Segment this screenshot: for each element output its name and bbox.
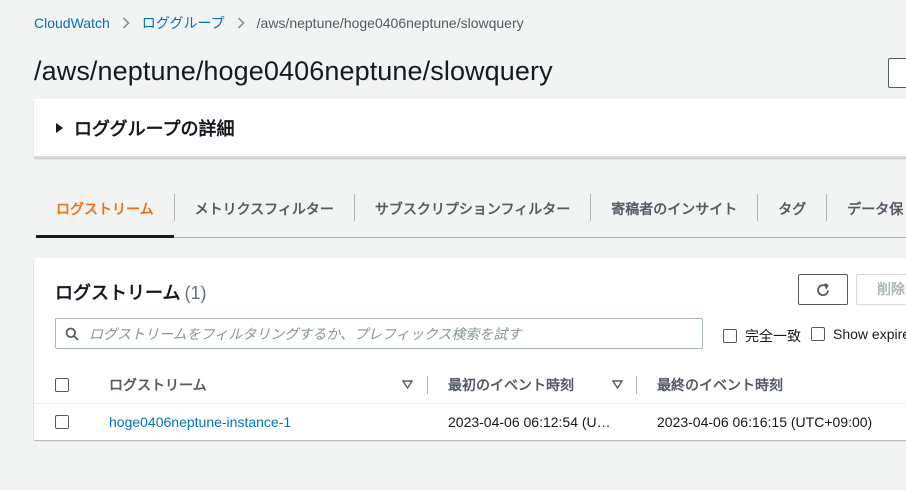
show-expired-checkbox[interactable] bbox=[811, 327, 825, 341]
tab-log-streams[interactable]: ログストリーム bbox=[36, 180, 174, 238]
sort-down-icon[interactable] bbox=[402, 380, 413, 389]
show-expired-option[interactable]: Show expire bbox=[811, 326, 906, 342]
log-streams-count: (1) bbox=[184, 283, 207, 303]
row-checkbox[interactable] bbox=[55, 415, 69, 429]
column-header-first-event[interactable]: 最初のイベント時刻 bbox=[448, 366, 574, 404]
refresh-icon bbox=[817, 282, 829, 296]
tab-contributor-insights[interactable]: 寄稿者のインサイト bbox=[591, 180, 757, 237]
chevron-right-icon bbox=[122, 17, 130, 29]
exact-match-checkbox[interactable] bbox=[723, 329, 737, 343]
caret-right-icon bbox=[56, 122, 63, 133]
tab-tags[interactable]: タグ bbox=[758, 180, 826, 237]
sort-down-icon[interactable] bbox=[612, 380, 623, 389]
delete-button[interactable]: 削除 bbox=[856, 274, 906, 305]
exact-match-option[interactable]: 完全一致 bbox=[723, 326, 801, 346]
page-title: /aws/neptune/hoge0406neptune/slowquery bbox=[34, 56, 553, 86]
select-all-checkbox[interactable] bbox=[55, 378, 69, 392]
details-title: ロググループの詳細 bbox=[74, 118, 235, 139]
column-divider[interactable] bbox=[427, 376, 428, 394]
table-header: ログストリーム 最初のイベント時刻 最終のイベント時刻 bbox=[34, 366, 906, 404]
log-group-details-toggle[interactable]: ロググループの詳細 bbox=[34, 99, 906, 158]
first-event-time: 2023-04-06 06:12:54 (U… bbox=[448, 414, 611, 430]
log-streams-heading: ログストリーム (1) bbox=[55, 279, 206, 305]
column-header-last-event[interactable]: 最終のイベント時刻 bbox=[657, 366, 783, 404]
log-streams-container: ログストリーム(1) 削除 完全一致 Show expire ログストリーム 最… bbox=[34, 258, 906, 440]
tab-list: ログストリーム メトリクスフィルター サブスクリプションフィルター 寄稿者のイン… bbox=[36, 180, 906, 238]
chevron-right-icon bbox=[237, 17, 245, 29]
last-event-time: 2023-04-06 06:16:15 (UTC+09:00) bbox=[657, 414, 873, 430]
log-streams-title: ログストリーム bbox=[55, 283, 181, 303]
search-box bbox=[55, 318, 703, 349]
column-divider[interactable] bbox=[636, 376, 637, 394]
header-action-button[interactable] bbox=[888, 58, 906, 88]
breadcrumb-current: /aws/neptune/hoge0406neptune/slowquery bbox=[256, 15, 524, 31]
exact-match-label: 完全一致 bbox=[745, 328, 801, 344]
breadcrumb-log-groups[interactable]: ロググループ bbox=[142, 13, 225, 33]
log-stream-link[interactable]: hoge0406neptune-instance-1 bbox=[109, 404, 291, 440]
tab-subscription-filters[interactable]: サブスクリプションフィルター bbox=[355, 180, 590, 237]
refresh-button[interactable] bbox=[798, 274, 848, 305]
show-expired-label: Show expire bbox=[833, 326, 906, 342]
tab-data-protection[interactable]: データ保 bbox=[827, 180, 906, 237]
search-icon bbox=[65, 327, 79, 341]
breadcrumb: CloudWatch ロググループ /aws/neptune/hoge0406n… bbox=[34, 14, 524, 32]
column-header-log-stream[interactable]: ログストリーム bbox=[109, 366, 207, 404]
table-row: hoge0406neptune-instance-1 2023-04-06 06… bbox=[34, 404, 906, 440]
tab-metric-filters[interactable]: メトリクスフィルター bbox=[175, 180, 354, 237]
breadcrumb-cloudwatch[interactable]: CloudWatch bbox=[34, 15, 110, 31]
search-input[interactable] bbox=[89, 325, 702, 342]
